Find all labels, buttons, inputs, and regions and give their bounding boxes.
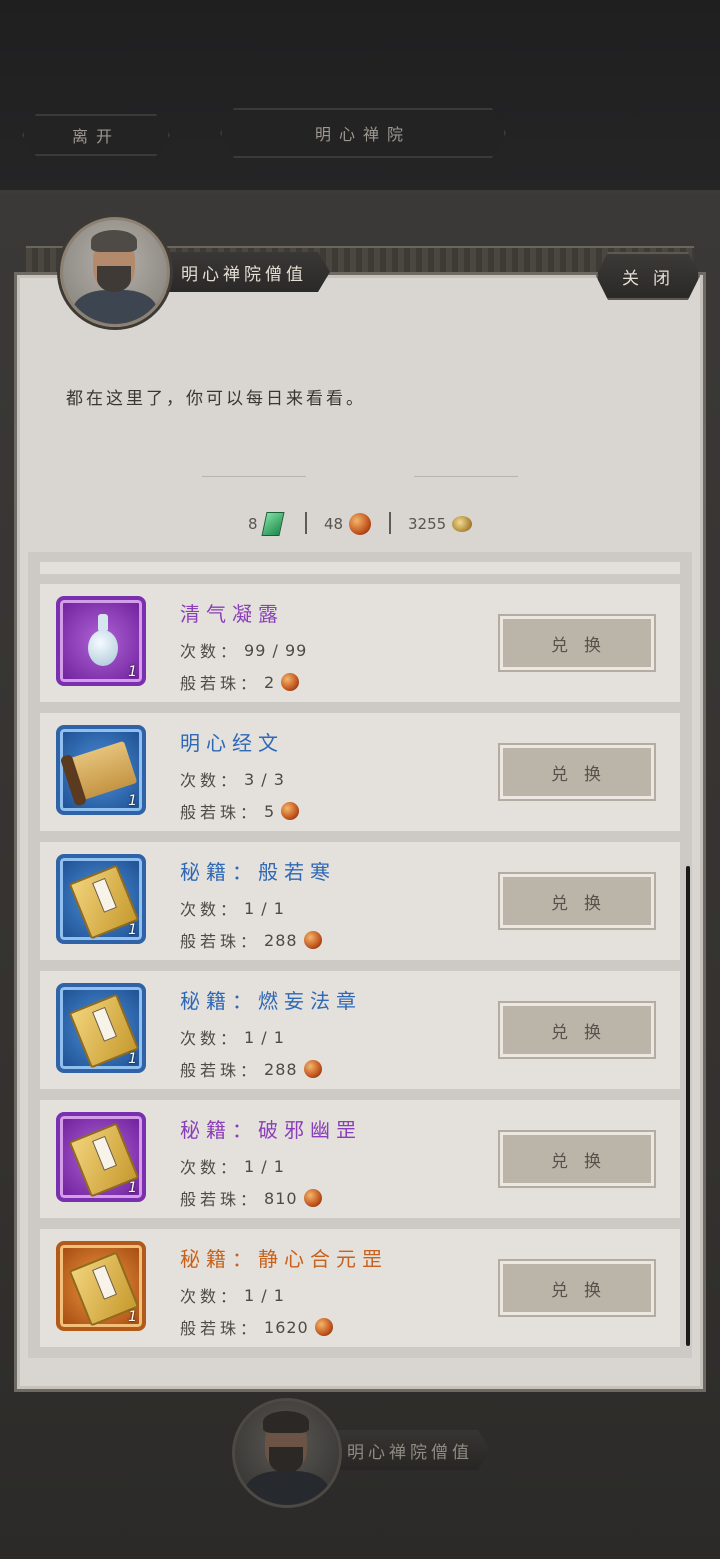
list-item: 1 秘籍：静心合元罡 次数： 1 / 1 般若珠： 1620 兑换 [40, 1229, 680, 1347]
item-quantity: 1 [128, 664, 137, 680]
npc-avatar [60, 217, 170, 327]
item-quantity: 1 [128, 1051, 137, 1067]
prajna-bead-icon [314, 1318, 333, 1336]
list-item: 1 清气凝露 次数： 99 / 99 般若珠： 2 兑换 [40, 584, 680, 702]
item-count: 次数： 1 / 1 [180, 1154, 285, 1178]
cost-label: 般若珠： [180, 1190, 261, 1209]
cost-value: 5 [264, 801, 276, 821]
list-item: 1 秘籍：破邪幽罡 次数： 1 / 1 般若珠： 810 兑换 [40, 1100, 680, 1218]
currency-amount: 3255 [408, 515, 447, 533]
prajna-bead-icon [281, 673, 300, 691]
exchange-button[interactable]: 兑换 [498, 872, 656, 930]
item-count: 次数： 1 / 1 [180, 896, 285, 920]
item-icon-frame[interactable]: 1 [56, 854, 146, 944]
footer-npc-avatar[interactable] [232, 1398, 342, 1508]
npc-dialog: 都在这里了，你可以每日来看看。 [66, 389, 366, 409]
divider [414, 476, 518, 477]
item-name: 明心经文 [180, 731, 284, 755]
scroll-icon [59, 740, 138, 807]
count-label: 次数： [180, 771, 241, 790]
item-count: 次数： 1 / 1 [180, 1025, 285, 1049]
count-label: 次数： [180, 1287, 241, 1306]
exchange-button[interactable]: 兑换 [498, 743, 656, 801]
divider [202, 476, 306, 477]
item-cost: 般若珠： 288 [180, 928, 322, 952]
prajna-bead-icon [303, 1189, 322, 1207]
gold-ingot-icon [452, 516, 473, 532]
item-cost: 般若珠： 288 [180, 1057, 322, 1081]
item-count: 次数： 1 / 1 [180, 1283, 285, 1307]
cost-value: 810 [264, 1188, 298, 1208]
top-bar: 离开 明心禅院 [0, 0, 720, 194]
item-cost: 般若珠： 1620 [180, 1315, 333, 1339]
currency-jade: 8 [248, 510, 285, 538]
item-icon-frame[interactable]: 1 [56, 596, 146, 686]
item-quantity: 1 [128, 1309, 137, 1325]
item-icon-frame[interactable]: 1 [56, 1112, 146, 1202]
count-label: 次数： [180, 900, 241, 919]
list-scrollbar[interactable] [686, 866, 690, 1346]
item-quantity: 1 [128, 922, 137, 938]
item-name: 秘籍：破邪幽罡 [180, 1118, 362, 1142]
close-button[interactable]: 关闭 [596, 252, 700, 300]
count-label: 次数： [180, 1158, 241, 1177]
exchange-button[interactable]: 兑换 [498, 1259, 656, 1317]
item-name: 秘籍：静心合元罡 [180, 1247, 388, 1271]
exchange-button[interactable]: 兑换 [498, 1130, 656, 1188]
count-value: 1 / 1 [244, 1156, 285, 1176]
item-list[interactable]: 1 清气凝露 次数： 99 / 99 般若珠： 2 兑换 1 明心经文 次数： 3 /… [28, 552, 692, 1358]
item-icon-frame[interactable]: 1 [56, 725, 146, 815]
exchange-button[interactable]: 兑换 [498, 1001, 656, 1059]
leave-button[interactable]: 离开 [22, 114, 170, 156]
item-name: 秘籍：燃妄法章 [180, 989, 362, 1013]
prajna-bead-icon [281, 802, 300, 820]
count-label: 次数： [180, 1029, 241, 1048]
currency-bead: 48 [324, 510, 372, 538]
item-icon-frame[interactable]: 1 [56, 1241, 146, 1331]
item-count: 次数： 3 / 3 [180, 767, 285, 791]
list-item: 1 明心经文 次数： 3 / 3 般若珠： 5 兑换 [40, 713, 680, 831]
location-title: 明心禅院 [220, 108, 506, 158]
item-count: 次数： 99 / 99 [180, 638, 307, 662]
cost-label: 般若珠： [180, 1319, 261, 1338]
currency-amount: 48 [324, 515, 344, 533]
list-item: 1 秘籍：燃妄法章 次数： 1 / 1 般若珠： 288 兑换 [40, 971, 680, 1089]
npc-name: 明心禅院僧值 [158, 252, 330, 292]
prajna-bead-icon [303, 931, 322, 949]
item-icon-frame[interactable]: 1 [56, 983, 146, 1073]
item-cost: 般若珠： 5 [180, 799, 300, 823]
cost-label: 般若珠： [180, 932, 261, 951]
cost-value: 288 [264, 1059, 298, 1079]
jade-token-icon [260, 512, 285, 536]
item-name: 秘籍：般若寒 [180, 860, 336, 884]
count-label: 次数： [180, 642, 241, 661]
cost-value: 288 [264, 930, 298, 950]
cost-value: 2 [264, 672, 276, 692]
list-top-strip [40, 562, 680, 574]
count-value: 3 / 3 [244, 769, 285, 789]
count-value: 1 / 1 [244, 1027, 285, 1047]
cost-label: 般若珠： [180, 674, 261, 693]
exchange-button[interactable]: 兑换 [498, 614, 656, 672]
count-value: 1 / 1 [244, 898, 285, 918]
count-value: 1 / 1 [244, 1285, 285, 1305]
item-cost: 般若珠： 810 [180, 1186, 322, 1210]
cost-label: 般若珠： [180, 803, 261, 822]
vase-icon [88, 614, 118, 668]
prajna-bead-icon [303, 1060, 322, 1078]
cost-value: 1620 [264, 1317, 309, 1337]
cost-label: 般若珠： [180, 1061, 261, 1080]
count-value: 99 / 99 [244, 640, 308, 660]
footer-npc-name[interactable]: 明心禅院僧值 [330, 1430, 490, 1470]
prajna-bead-icon [349, 513, 372, 535]
item-quantity: 1 [128, 793, 137, 809]
item-name: 清气凝露 [180, 602, 284, 626]
item-quantity: 1 [128, 1180, 137, 1196]
item-cost: 般若珠： 2 [180, 670, 300, 694]
currency-amount: 8 [248, 515, 258, 533]
list-item: 1 秘籍：般若寒 次数： 1 / 1 般若珠： 288 兑换 [40, 842, 680, 960]
separator [305, 512, 307, 534]
separator [389, 512, 391, 534]
currency-gold: 3255 [408, 510, 473, 538]
